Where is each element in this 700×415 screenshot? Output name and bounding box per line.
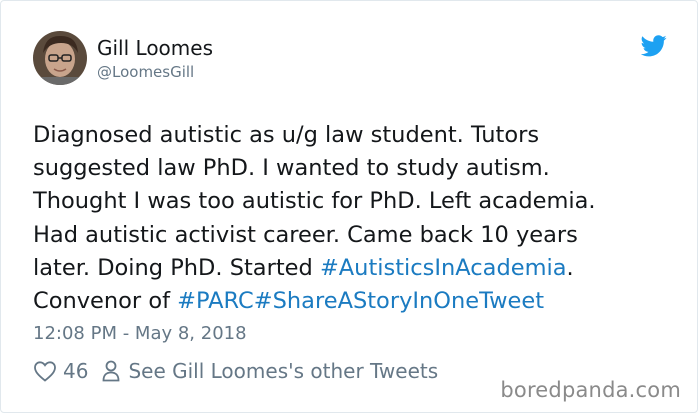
heart-icon [34,361,56,382]
author-handle[interactable]: @LoomesGill [97,62,213,82]
tweet-timestamp[interactable]: 12:08 PM - May 8, 2018 [33,323,247,344]
other-tweets-label: See Gill Loomes's other Tweets [128,359,439,383]
hashtag-link[interactable]: #AutisticsInAcademia [320,255,567,281]
hashtag-link[interactable]: #ShareAStoryInOneTweet [254,288,544,314]
watermark: boredpanda.com [500,378,681,402]
other-tweets-link[interactable]: See Gill Loomes's other Tweets [102,359,438,383]
like-button[interactable]: 46 [33,359,102,383]
tweet-actions: 46 See Gill Loomes's other Tweets [33,359,438,383]
person-icon [103,360,120,382]
avatar[interactable] [33,31,87,85]
like-count: 46 [63,359,89,383]
author-display-name[interactable]: Gill Loomes [97,35,213,61]
twitter-bird-icon[interactable] [641,35,667,57]
user-avatar-photo [33,31,87,85]
tweet-card: Gill Loomes @LoomesGill Diagnosed autist… [0,0,698,413]
tweet-text: Diagnosed autistic as u/g law student. T… [33,119,673,318]
hashtag-link[interactable]: #PARC [177,288,254,314]
author-names: Gill Loomes @LoomesGill [97,35,213,82]
tweet-header: Gill Loomes @LoomesGill [33,31,213,85]
